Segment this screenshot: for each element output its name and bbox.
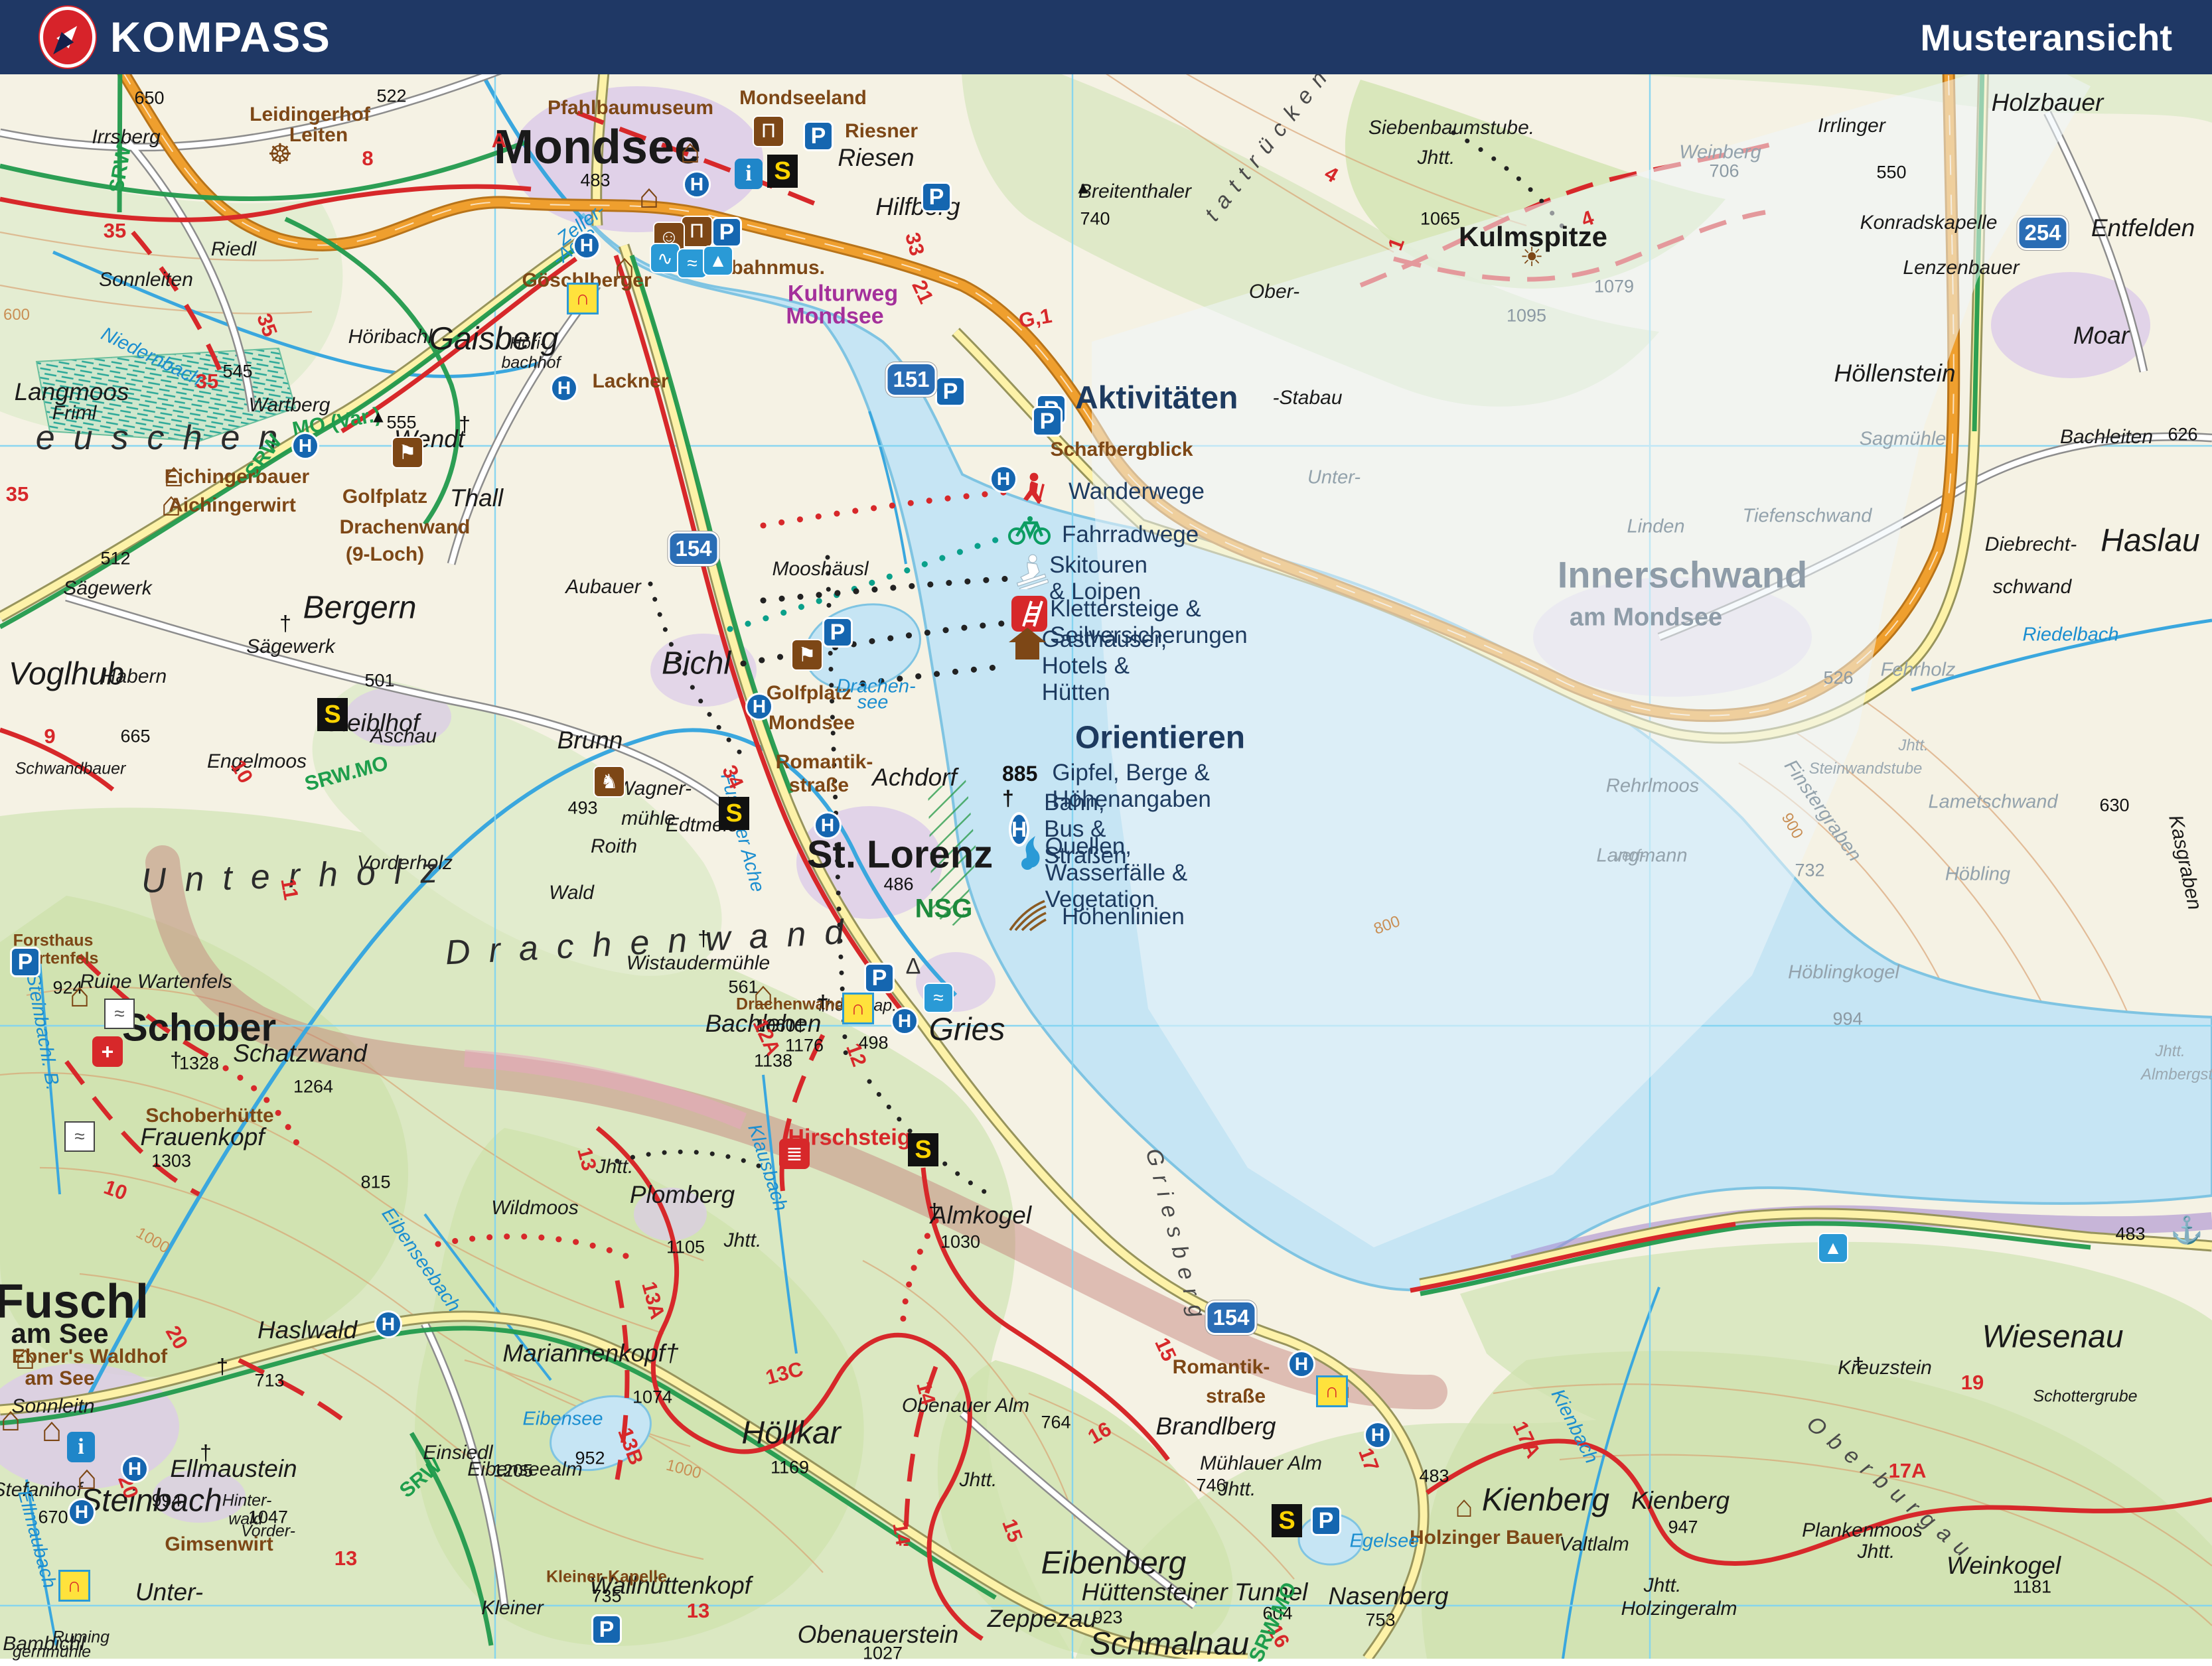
page-title: Musteransicht xyxy=(1920,16,2172,58)
map-graphics xyxy=(0,0,2212,1659)
header-bar: KOMPASS Musteransicht xyxy=(0,0,2212,74)
kompass-logo: KOMPASS xyxy=(40,7,331,68)
brand-name: KOMPASS xyxy=(110,13,331,61)
compass-icon xyxy=(40,7,96,68)
topographic-map: Mondsee 483 St. Lorenz 486 Fuschl am See Schob… xyxy=(0,0,2212,1665)
